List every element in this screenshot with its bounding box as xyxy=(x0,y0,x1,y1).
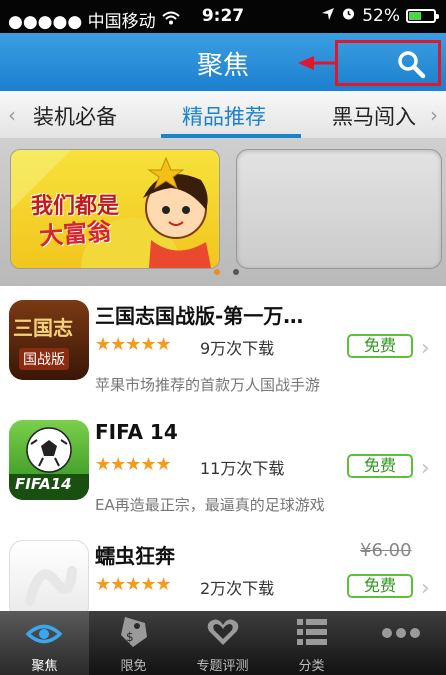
heart-icon xyxy=(207,619,239,645)
rating-stars: ★★★★★ xyxy=(95,334,172,355)
eye-icon xyxy=(26,624,62,644)
app-icon-sanguozhi: 三国志 国战版 xyxy=(9,300,89,380)
chevron-left-icon[interactable]: ‹ xyxy=(8,103,16,127)
red-arrow-annotation xyxy=(298,56,338,70)
app-name: FIFA 14 xyxy=(95,420,178,444)
active-tab-indicator xyxy=(161,134,301,138)
location-arrow-icon xyxy=(321,6,335,26)
app-icon-title: FIFA14 xyxy=(15,475,72,493)
app-icon-subtitle: 国战版 xyxy=(19,348,69,370)
search-icon xyxy=(398,51,426,79)
tab-dark-horse[interactable]: 黑马闯入 xyxy=(332,101,416,131)
battery-fill xyxy=(409,12,422,20)
page-dot xyxy=(233,269,239,275)
banner-promo[interactable]: 我们都是 大富翁 xyxy=(10,149,220,269)
app-name: 蠕虫狂奔 xyxy=(95,544,175,568)
free-button[interactable]: 免费 xyxy=(347,574,413,598)
tab-categories[interactable]: 分类 xyxy=(267,611,356,675)
app-icon-fifa: FIFA14 xyxy=(9,420,89,500)
alarm-clock-icon xyxy=(341,6,356,26)
tab-reviews[interactable]: 专题评测 xyxy=(178,611,267,675)
list-item[interactable]: 蠕虫狂奔 ¥6.00 ★★★★★ 2万次下载 免费 › xyxy=(0,526,446,620)
status-bar: ●●●●● 中国移动 9:27 52% xyxy=(0,0,446,33)
tab-categories-label: 分类 xyxy=(298,659,325,674)
rating-stars: ★★★★★ xyxy=(95,454,172,475)
tag-icon: $ xyxy=(121,617,147,647)
tab-focus-label: 聚焦 xyxy=(31,659,58,674)
rating-stars: ★★★★★ xyxy=(95,574,172,595)
app-icon-worm xyxy=(9,540,89,620)
list-item[interactable]: FIFA14 FIFA 14 ★★★★★ 11万次下载 免费 EA再造最正宗，最… xyxy=(0,406,446,527)
app-name: 三国志国战版-第一万… xyxy=(95,304,304,328)
original-price: ¥6.00 xyxy=(360,540,412,561)
app-screen: ●●●●● 中国移动 9:27 52% 聚焦 ‹ 装机必备 精品推荐 黑马闯入 … xyxy=(0,0,446,675)
svg-text:$: $ xyxy=(126,630,134,644)
navigation-bar: 聚焦 xyxy=(0,33,446,91)
list-item[interactable]: 三国志 国战版 三国志国战版-第一万… ★★★★★ 9万次下载 免费 苹果市场推… xyxy=(0,286,446,407)
tab-free-limited-label: 限免 xyxy=(120,659,147,674)
tab-focus[interactable]: 聚焦 xyxy=(0,611,89,675)
worm-icon xyxy=(25,566,77,606)
app-description: EA再造最正宗，最逼真的足球游戏 xyxy=(95,496,325,514)
list-icon xyxy=(297,619,327,645)
download-count: 11万次下载 xyxy=(200,459,285,478)
battery-icon xyxy=(406,9,439,23)
chevron-right-icon: › xyxy=(421,576,430,601)
banner-carousel: 我们都是 大富翁 xyxy=(0,139,446,286)
free-button[interactable]: 免费 xyxy=(347,454,413,478)
tab-featured[interactable]: 精品推荐 xyxy=(182,101,266,131)
app-description: 苹果市场推荐的首款万人国战手游 xyxy=(95,376,321,394)
free-button[interactable]: 免费 xyxy=(347,334,413,358)
app-icon-title: 三国志 xyxy=(13,316,73,340)
chevron-right-icon: › xyxy=(421,336,430,361)
tab-more[interactable] xyxy=(356,611,446,675)
download-count: 2万次下载 xyxy=(200,579,275,598)
chevron-right-icon: › xyxy=(421,456,430,481)
bottom-tab-bar: 聚焦 $ 限免 专题评测 分类 xyxy=(0,611,446,675)
tab-free-limited[interactable]: $ 限免 xyxy=(89,611,178,675)
tab-reviews-label: 专题评测 xyxy=(196,659,249,674)
download-count: 9万次下载 xyxy=(200,339,275,358)
search-button[interactable] xyxy=(335,40,441,86)
status-right: 52% xyxy=(321,6,439,26)
more-icon xyxy=(382,628,420,638)
tab-essentials[interactable]: 装机必备 xyxy=(33,101,117,131)
chevron-right-icon[interactable]: › xyxy=(430,103,438,127)
banner-subtitle: 大富翁 xyxy=(38,217,113,251)
category-tabs: ‹ 装机必备 精品推荐 黑马闯入 › xyxy=(0,91,446,139)
banner-placeholder[interactable] xyxy=(236,149,442,269)
battery-percent: 52% xyxy=(362,6,400,26)
page-dot-active xyxy=(214,269,220,275)
